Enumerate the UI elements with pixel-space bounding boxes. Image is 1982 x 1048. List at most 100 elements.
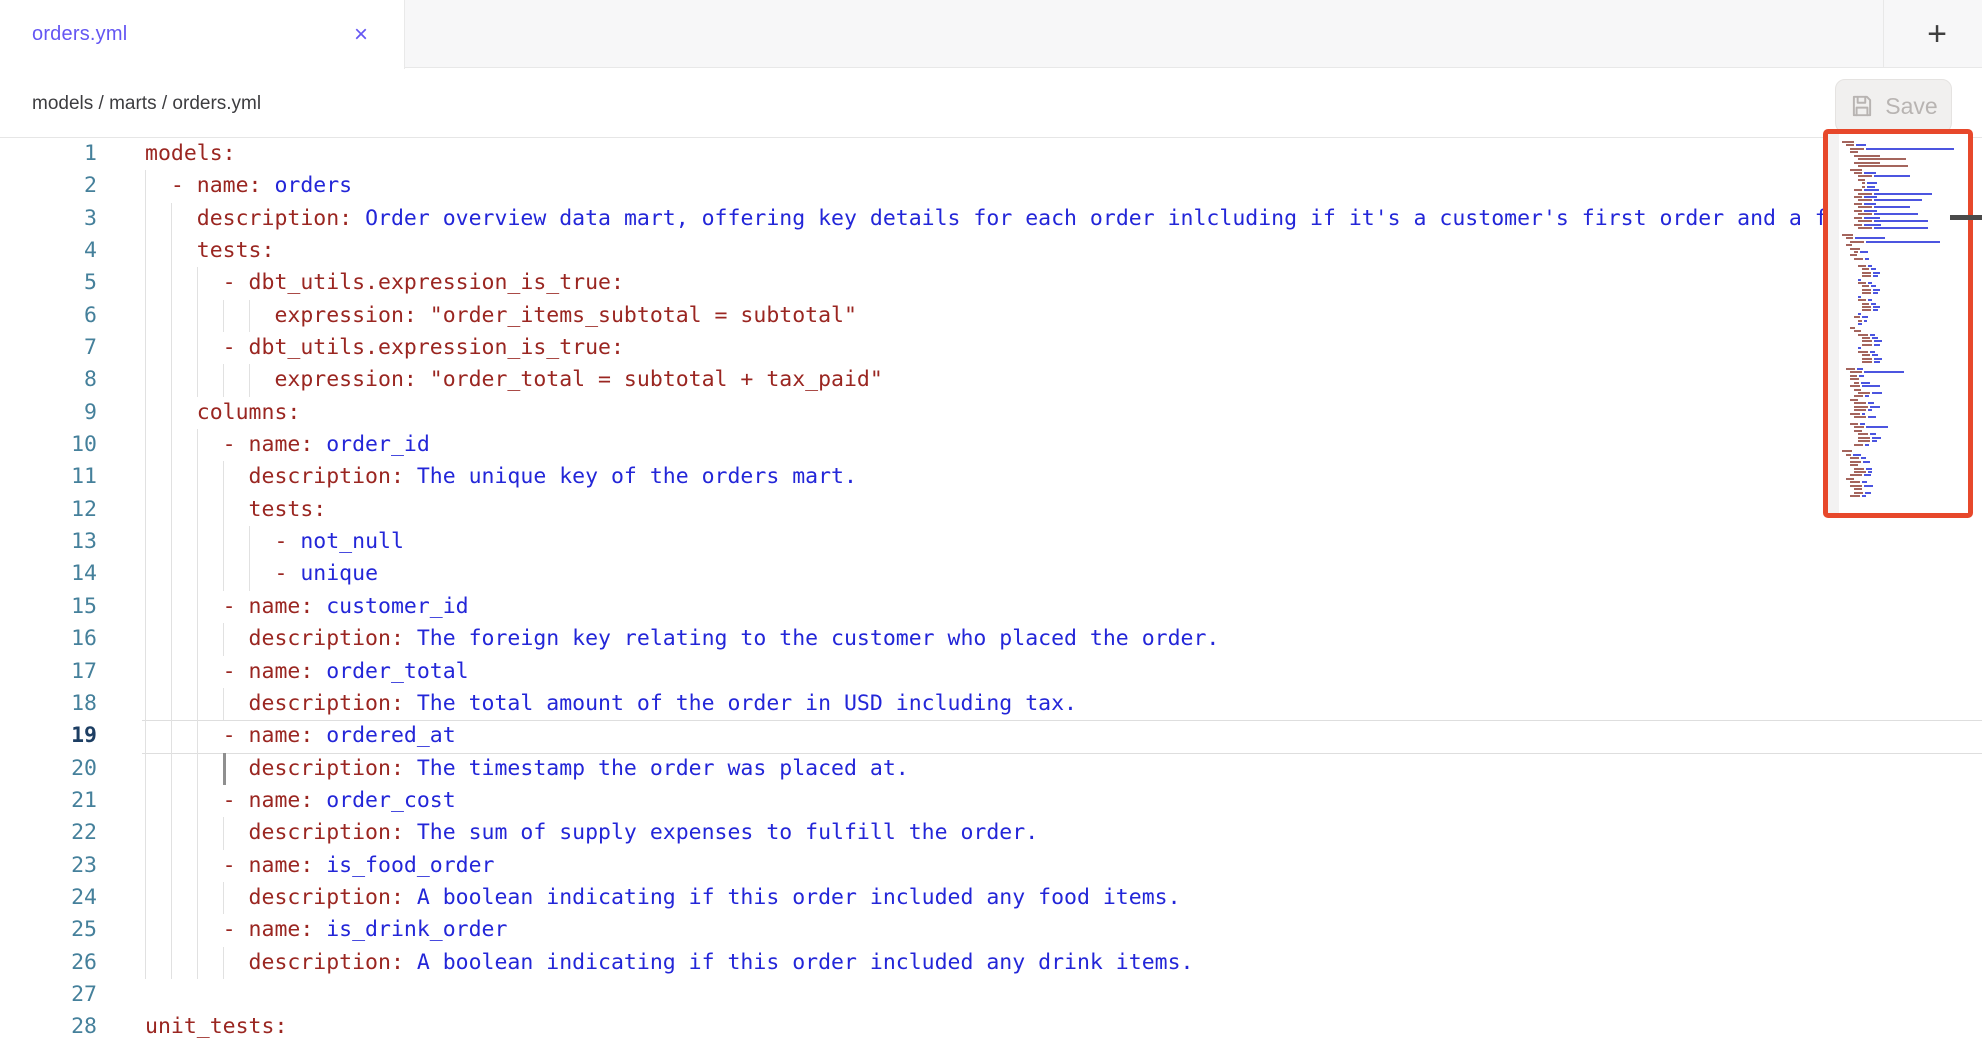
code-line-text: - name: customer_id xyxy=(145,591,469,623)
minimap-row xyxy=(1858,334,1964,336)
new-tab-button[interactable]: + xyxy=(1913,10,1961,58)
code-line[interactable]: 25 - name: is_drink_order xyxy=(0,914,1982,946)
minimap-row xyxy=(1854,155,1964,157)
line-number: 28 xyxy=(0,1011,97,1043)
minimap-row xyxy=(1862,182,1964,184)
minimap-scroll-track xyxy=(1828,134,1839,513)
code-line[interactable]: 18 description: The total amount of the … xyxy=(0,688,1982,720)
code-line[interactable]: 26 description: A boolean indicating if … xyxy=(0,947,1982,979)
code-line-text: - name: is_drink_order xyxy=(145,914,507,946)
minimap-row xyxy=(1858,433,1964,435)
minimap-row xyxy=(1850,481,1964,483)
minimap-row xyxy=(1862,275,1964,277)
minimap-row xyxy=(1854,395,1964,397)
code-line[interactable]: 17 - name: order_total xyxy=(0,656,1982,688)
minimap-row xyxy=(1858,320,1964,322)
code-line[interactable]: 24 description: A boolean indicating if … xyxy=(0,882,1982,914)
minimap[interactable] xyxy=(1823,129,1973,518)
minimap-row xyxy=(1846,454,1964,456)
minimap-row xyxy=(1858,213,1964,215)
minimap-row xyxy=(1842,447,1964,449)
minimap-row xyxy=(1858,437,1964,439)
code-line[interactable]: 21 - name: order_cost xyxy=(0,785,1982,817)
code-line[interactable]: 13 - not_null xyxy=(0,526,1982,558)
minimap-row xyxy=(1854,468,1964,470)
minimap-row xyxy=(1862,361,1964,363)
minimap-row xyxy=(1858,165,1964,167)
code-line-text: description: The sum of supply expenses … xyxy=(145,817,1038,849)
code-line-text: expression: "order_items_subtotal = subt… xyxy=(145,300,857,332)
code-line[interactable]: 11 description: The unique key of the or… xyxy=(0,461,1982,493)
line-number: 20 xyxy=(0,753,97,785)
code-line-text: - dbt_utils.expression_is_true: xyxy=(145,267,624,299)
minimap-row xyxy=(1850,423,1964,425)
line-number: 4 xyxy=(0,235,97,267)
code-line[interactable]: 6 expression: "order_items_subtotal = su… xyxy=(0,300,1982,332)
tab-orders-yml[interactable]: orders.yml × xyxy=(0,0,405,69)
code-line[interactable]: 19 - name: ordered_at xyxy=(0,720,1982,752)
code-line[interactable]: 15 - name: customer_id xyxy=(0,591,1982,623)
line-number: 17 xyxy=(0,656,97,688)
minimap-row xyxy=(1858,206,1964,208)
code-line[interactable]: 22 description: The sum of supply expens… xyxy=(0,817,1982,849)
line-number: 24 xyxy=(0,882,97,914)
code-line[interactable]: 23 - name: is_food_order xyxy=(0,850,1982,882)
minimap-row xyxy=(1850,457,1964,459)
minimap-row xyxy=(1854,189,1964,191)
code-line-text: models: xyxy=(145,138,236,170)
minimap-row xyxy=(1842,230,1964,232)
code-line[interactable]: 12 tests: xyxy=(0,494,1982,526)
code-line[interactable]: 14 - unique xyxy=(0,558,1982,590)
minimap-row xyxy=(1858,313,1964,315)
minimap-row xyxy=(1854,203,1964,205)
minimap-row xyxy=(1850,371,1964,373)
line-number: 21 xyxy=(0,785,97,817)
code-line[interactable]: 16 description: The foreign key relating… xyxy=(0,623,1982,655)
minimap-row xyxy=(1842,450,1964,452)
minimap-row xyxy=(1858,227,1964,229)
minimap-row xyxy=(1862,186,1964,188)
code-line[interactable]: 5 - dbt_utils.expression_is_true: xyxy=(0,267,1982,299)
tab-bar-divider xyxy=(1883,0,1884,67)
code-line[interactable]: 27 xyxy=(0,979,1982,1011)
tab-label: orders.yml xyxy=(32,23,127,46)
minimap-row xyxy=(1850,254,1964,256)
minimap-row xyxy=(1842,364,1964,366)
code-editor[interactable]: 1 models:2 - name: orders3 description: O… xyxy=(0,138,1982,1048)
minimap-row xyxy=(1850,495,1964,497)
code-line[interactable]: 28 unit_tests: xyxy=(0,1011,1982,1043)
code-line[interactable]: 9 columns: xyxy=(0,397,1982,429)
code-line[interactable]: 20 description: The timestamp the order … xyxy=(0,753,1982,785)
line-number: 1 xyxy=(0,138,97,170)
code-line[interactable]: 7 - dbt_utils.expression_is_true: xyxy=(0,332,1982,364)
minimap-row xyxy=(1858,296,1964,298)
code-line[interactable]: 3 description: Order overview data mart,… xyxy=(0,203,1982,235)
minimap-row xyxy=(1862,337,1964,339)
line-number: 13 xyxy=(0,526,97,558)
code-line[interactable]: 10 - name: order_id xyxy=(0,429,1982,461)
code-line[interactable]: 1 models: xyxy=(0,138,1982,170)
minimap-row xyxy=(1862,272,1964,274)
close-icon[interactable]: × xyxy=(354,23,368,47)
code-line[interactable]: 8 expression: "order_total = subtotal + … xyxy=(0,364,1982,396)
minimap-row xyxy=(1858,347,1964,349)
minimap-row xyxy=(1854,382,1964,384)
save-button[interactable]: Save xyxy=(1835,79,1952,133)
line-number: 27 xyxy=(0,979,97,1011)
code-line[interactable]: 4 tests: xyxy=(0,235,1982,267)
minimap-row xyxy=(1858,392,1964,394)
line-number: 10 xyxy=(0,429,97,461)
minimap-row xyxy=(1862,268,1964,270)
code-line[interactable]: 2 - name: orders xyxy=(0,170,1982,202)
line-number: 6 xyxy=(0,300,97,332)
minimap-row xyxy=(1850,385,1964,387)
minimap-row xyxy=(1858,179,1964,181)
minimap-row xyxy=(1854,172,1964,174)
code-line-text: - name: is_food_order xyxy=(145,850,495,882)
code-line-text: description: Order overview data mart, o… xyxy=(145,203,1841,235)
line-number: 19 xyxy=(0,720,97,752)
code-line-text: unit_tests: xyxy=(145,1011,287,1043)
minimap-row xyxy=(1858,158,1964,160)
minimap-row xyxy=(1858,220,1964,222)
code-line-text: description: The timestamp the order was… xyxy=(145,753,909,785)
